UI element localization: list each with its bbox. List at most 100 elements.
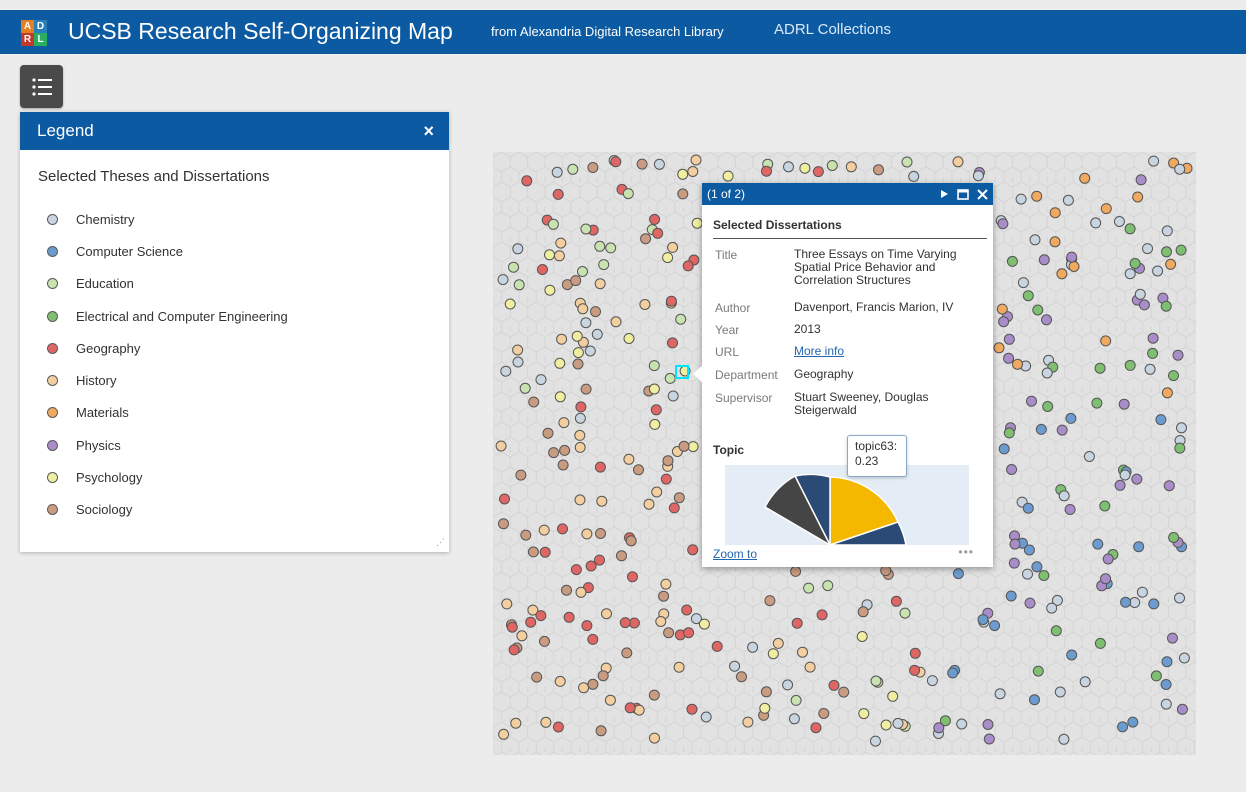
dissertation-point[interactable] bbox=[1041, 367, 1053, 379]
dissertation-point[interactable] bbox=[572, 358, 584, 370]
dissertation-point[interactable] bbox=[1152, 265, 1164, 277]
dissertation-point[interactable] bbox=[557, 459, 569, 471]
dissertation-point[interactable] bbox=[901, 156, 913, 168]
dissertation-point[interactable] bbox=[1174, 592, 1185, 604]
dissertation-point[interactable] bbox=[667, 390, 679, 402]
dissertation-point[interactable] bbox=[947, 667, 959, 679]
dissertation-point[interactable] bbox=[594, 240, 606, 252]
dissertation-point[interactable] bbox=[982, 719, 994, 730]
dissertation-point[interactable] bbox=[535, 610, 547, 622]
dissertation-point[interactable] bbox=[1009, 538, 1021, 550]
dissertation-point[interactable] bbox=[561, 584, 572, 596]
dissertation-point[interactable] bbox=[799, 162, 811, 174]
dissertation-point[interactable] bbox=[516, 630, 528, 642]
dissertation-point[interactable] bbox=[1083, 451, 1095, 462]
dissertation-point[interactable] bbox=[1065, 412, 1077, 424]
dissertation-point[interactable] bbox=[952, 568, 964, 580]
dissertation-point[interactable] bbox=[574, 412, 586, 424]
dissertation-point[interactable] bbox=[625, 535, 637, 547]
dissertation-point[interactable] bbox=[667, 241, 679, 253]
dissertation-point[interactable] bbox=[686, 703, 698, 715]
dissertation-point[interactable] bbox=[623, 453, 635, 465]
dissertation-point[interactable] bbox=[791, 617, 803, 629]
dissertation-point[interactable] bbox=[595, 528, 606, 539]
dissertation-point[interactable] bbox=[557, 523, 568, 535]
dissertation-point[interactable] bbox=[742, 716, 754, 728]
dissertation-point[interactable] bbox=[858, 708, 870, 720]
dissertation-point[interactable] bbox=[538, 524, 550, 536]
dissertation-point[interactable] bbox=[1058, 490, 1070, 502]
dissertation-point[interactable] bbox=[1100, 573, 1112, 585]
dissertation-point[interactable] bbox=[1161, 387, 1173, 399]
dissertation-point[interactable] bbox=[581, 620, 593, 632]
dissertation-point[interactable] bbox=[1015, 193, 1027, 205]
dissertation-point[interactable] bbox=[1135, 174, 1147, 186]
dissertation-point[interactable] bbox=[899, 607, 911, 619]
dissertation-point[interactable] bbox=[508, 644, 520, 656]
dissertation-point[interactable] bbox=[1012, 358, 1023, 370]
dissertation-point[interactable] bbox=[1124, 223, 1136, 235]
dissertation-point[interactable] bbox=[1150, 670, 1162, 682]
dissertation-point[interactable] bbox=[499, 493, 510, 505]
dissertation-point[interactable] bbox=[667, 337, 678, 349]
dissertation-point[interactable] bbox=[596, 495, 608, 507]
dissertation-point[interactable] bbox=[495, 440, 507, 452]
dissertation-point[interactable] bbox=[1005, 590, 1017, 602]
dissertation-point[interactable] bbox=[675, 313, 687, 325]
dissertation-point[interactable] bbox=[610, 316, 622, 328]
dissertation-point[interactable] bbox=[873, 164, 884, 176]
dissertation-point[interactable] bbox=[575, 586, 587, 598]
dissertation-point[interactable] bbox=[552, 188, 564, 200]
dissertation-point[interactable] bbox=[1134, 288, 1146, 300]
dissertation-point[interactable] bbox=[628, 617, 640, 629]
dissertation-point[interactable] bbox=[544, 249, 555, 261]
dissertation-point[interactable] bbox=[956, 718, 968, 730]
dissertation-point[interactable] bbox=[747, 641, 759, 653]
dissertation-point[interactable] bbox=[1032, 304, 1044, 316]
dissertation-point[interactable] bbox=[539, 546, 551, 558]
dissertation-point[interactable] bbox=[604, 694, 616, 706]
dissertation-point[interactable] bbox=[1161, 246, 1172, 258]
dissertation-point[interactable] bbox=[616, 550, 627, 562]
dissertation-point[interactable] bbox=[553, 250, 565, 262]
dissertation-point[interactable] bbox=[1024, 597, 1036, 609]
dissertation-point[interactable] bbox=[700, 711, 712, 723]
dissertation-point[interactable] bbox=[1124, 268, 1136, 280]
dissertation-point[interactable] bbox=[587, 633, 599, 645]
dissertation-point[interactable] bbox=[1147, 332, 1159, 344]
dissertation-point[interactable] bbox=[1117, 721, 1129, 733]
dissertation-point[interactable] bbox=[673, 661, 685, 673]
dissertation-point[interactable] bbox=[870, 735, 881, 747]
dissertation-point[interactable] bbox=[803, 582, 815, 594]
dissertation-point[interactable] bbox=[887, 690, 899, 702]
dissertation-point[interactable] bbox=[1066, 649, 1078, 661]
dissertation-point[interactable] bbox=[698, 618, 710, 630]
dissertation-point[interactable] bbox=[1132, 191, 1144, 203]
dissertation-point[interactable] bbox=[627, 571, 638, 583]
dissertation-point[interactable] bbox=[909, 664, 921, 676]
dissertation-point[interactable] bbox=[1178, 652, 1190, 664]
dissertation-point[interactable] bbox=[909, 647, 921, 659]
dissertation-point[interactable] bbox=[535, 374, 547, 386]
dissertation-point[interactable] bbox=[577, 266, 588, 277]
more-actions-icon[interactable]: ••• bbox=[958, 545, 974, 559]
dissertation-point[interactable] bbox=[1120, 596, 1132, 608]
dissertation-point[interactable] bbox=[1094, 362, 1106, 374]
dissertation-point[interactable] bbox=[1049, 207, 1061, 219]
legend-toggle-button[interactable] bbox=[20, 65, 63, 108]
dissertation-point[interactable] bbox=[581, 528, 593, 540]
dissertation-point[interactable] bbox=[636, 158, 648, 170]
dissertation-point[interactable] bbox=[1100, 203, 1112, 215]
dissertation-point[interactable] bbox=[1160, 679, 1172, 690]
dissertation-point[interactable] bbox=[838, 686, 850, 698]
dissertation-point[interactable] bbox=[554, 391, 566, 403]
dissertation-point[interactable] bbox=[504, 298, 516, 310]
dissertation-point[interactable] bbox=[1118, 398, 1130, 410]
dissertation-point[interactable] bbox=[1056, 424, 1068, 436]
dissertation-point[interactable] bbox=[682, 260, 694, 272]
dissertation-point[interactable] bbox=[643, 498, 655, 510]
dissertation-point[interactable] bbox=[498, 518, 509, 530]
dissertation-point[interactable] bbox=[994, 688, 1006, 700]
dissertation-point[interactable] bbox=[998, 443, 1010, 455]
dissertation-point[interactable] bbox=[528, 396, 540, 408]
